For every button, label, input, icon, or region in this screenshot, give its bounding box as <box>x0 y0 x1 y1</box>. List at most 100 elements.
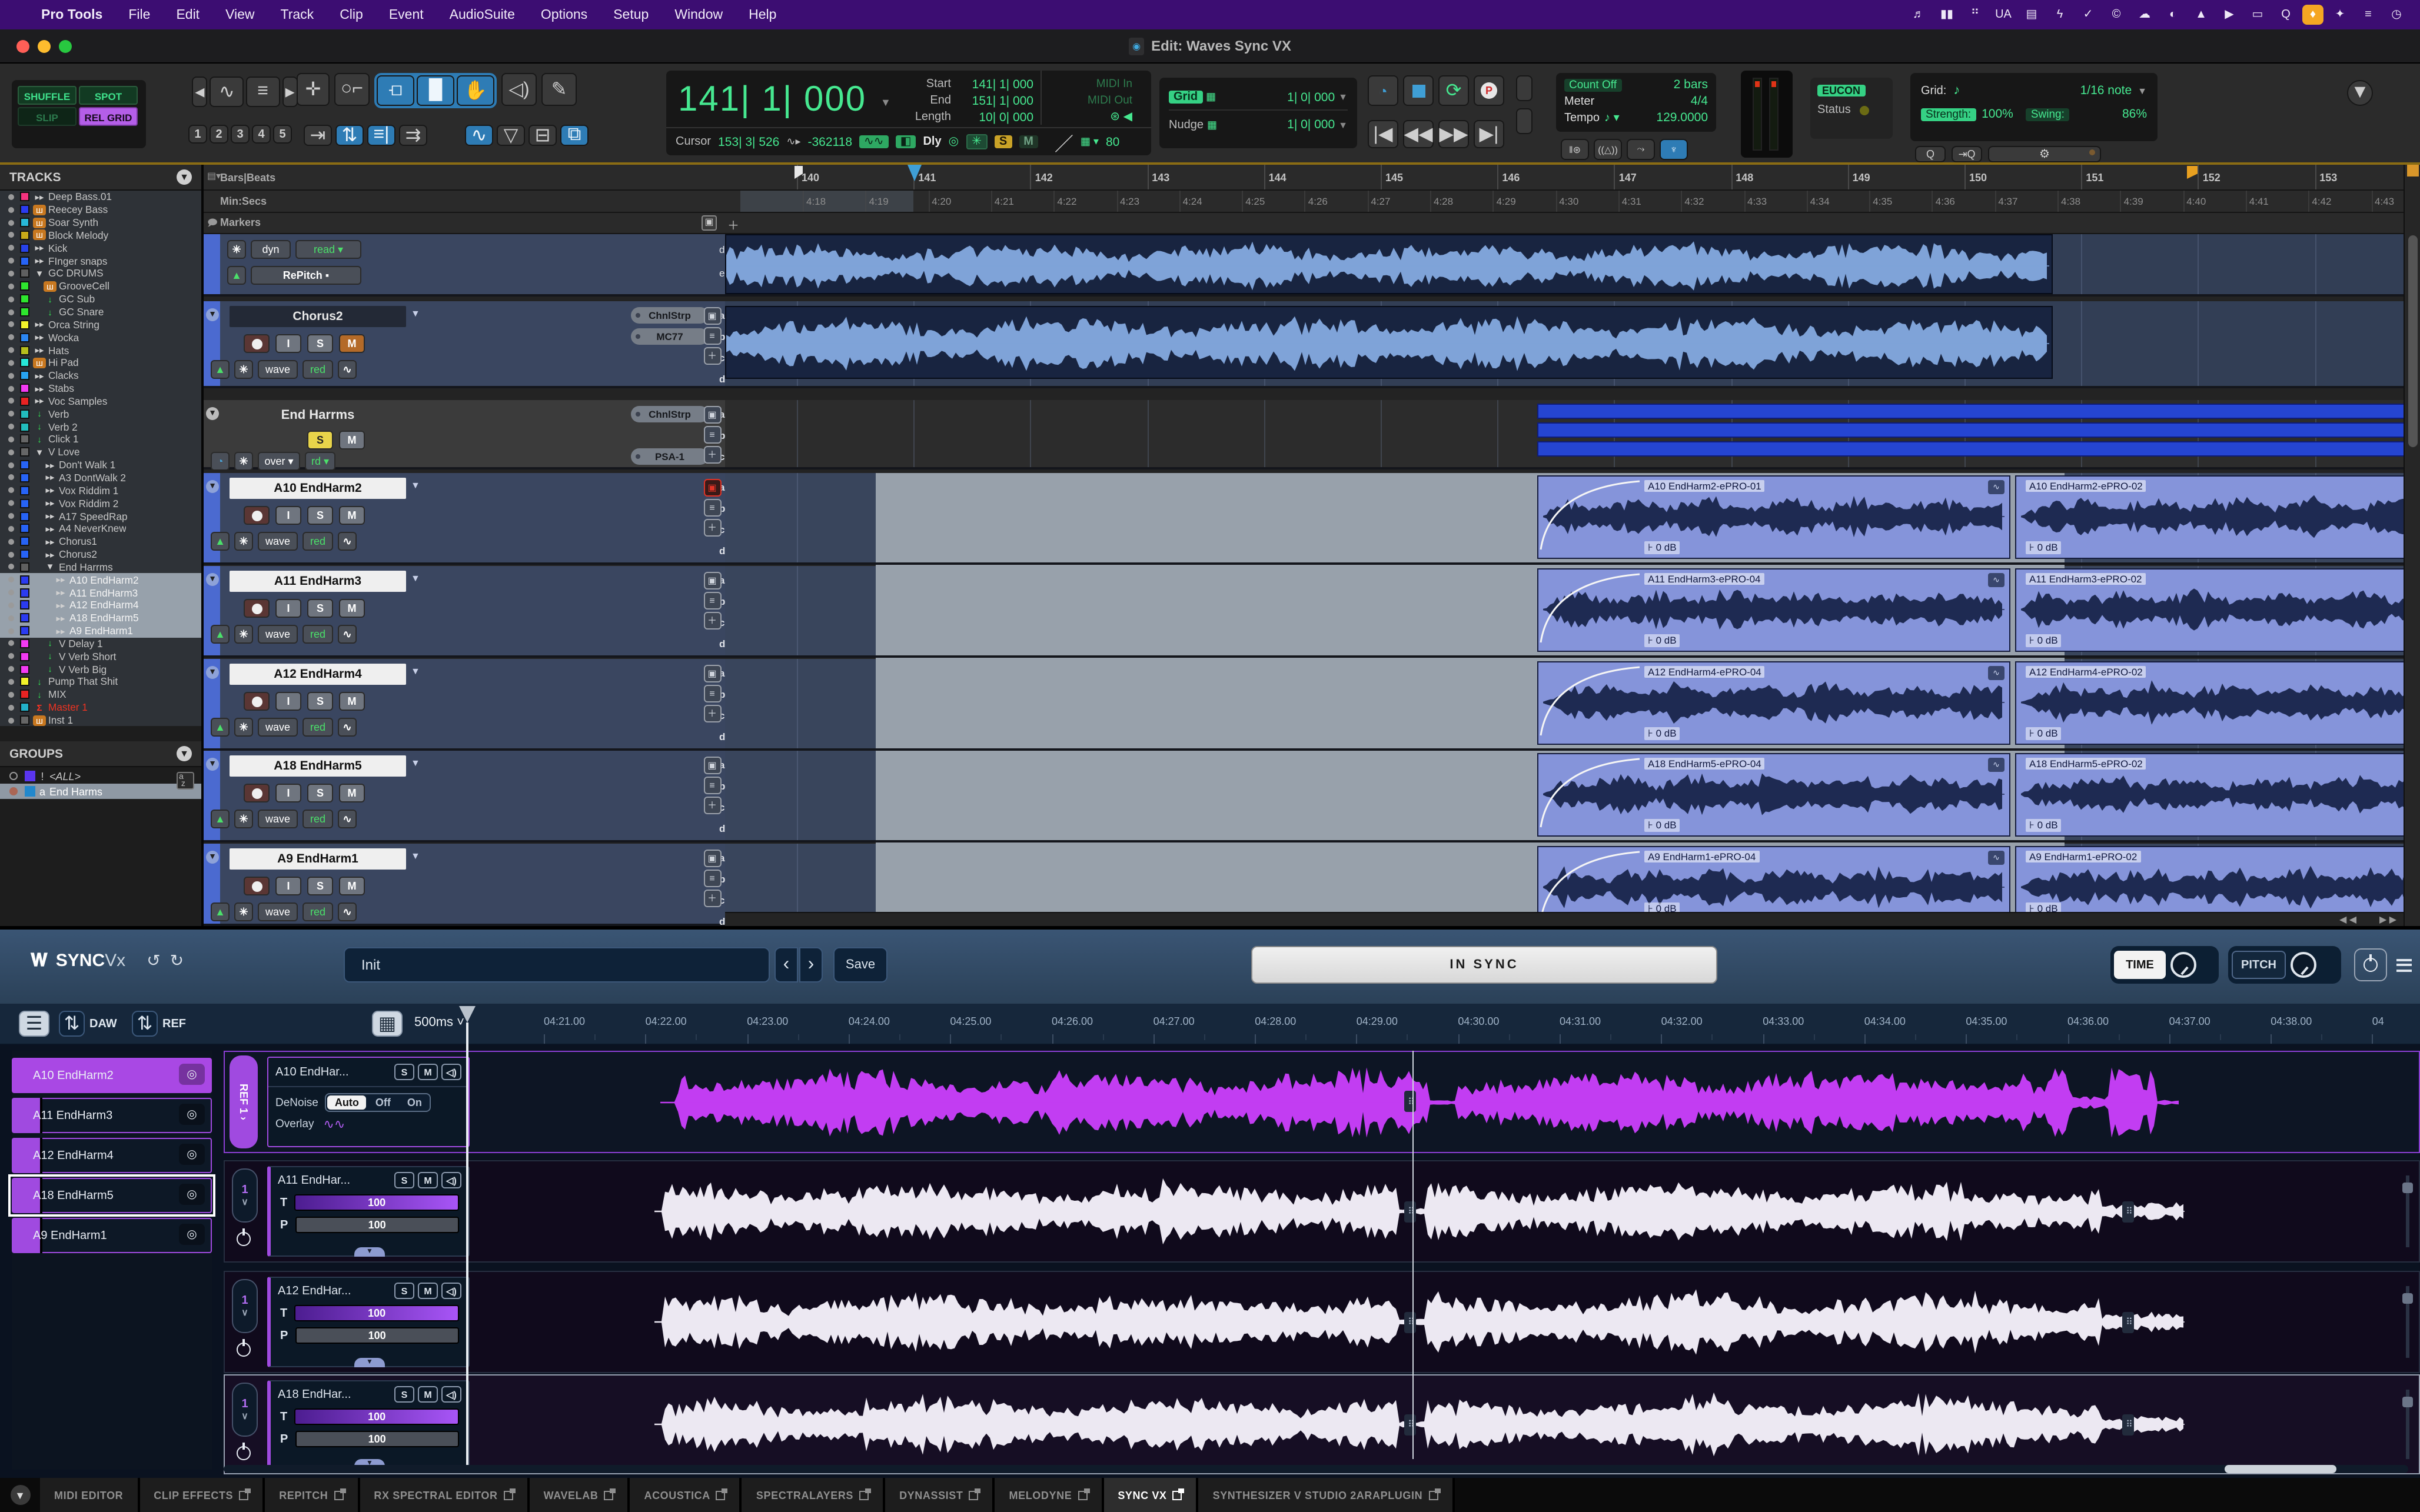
cloud-status-icon[interactable]: ☁ <box>2133 5 2156 25</box>
groups-menu-icon[interactable]: ▼ <box>177 746 192 761</box>
folder-view-selector[interactable]: over ▾ <box>258 452 300 469</box>
track-comments-button[interactable]: ≡ <box>703 777 721 794</box>
track-s-button[interactable]: S <box>307 692 333 711</box>
time-mode-button[interactable]: TIME <box>2114 951 2166 979</box>
scroll-right-arrow[interactable]: ▶ ▶ <box>2379 914 2396 925</box>
card-collapse-chip[interactable]: ▼ <box>354 1358 385 1367</box>
track-add-button[interactable]: ＋ <box>703 705 721 722</box>
group--ALL-[interactable]: !<ALL> <box>0 768 201 784</box>
lane-solo-button[interactable]: S <box>394 1283 414 1299</box>
lane-power-button[interactable] <box>237 1232 251 1246</box>
track-comments-button[interactable]: ≡ <box>703 499 721 517</box>
track-comments-button[interactable]: ≡ <box>703 870 721 887</box>
automation-follows-button[interactable]: ∿ <box>465 125 493 146</box>
ruler-list-icon[interactable]: ▤▾ <box>207 171 221 181</box>
track-view-selector[interactable]: wave <box>258 532 298 551</box>
folder-automation-mode[interactable]: rd ▾ <box>305 452 335 469</box>
audio-clip[interactable]: A10 EndHarm2-ePRO-02∿⊦ 0 dB <box>2015 475 2420 559</box>
audio-clip[interactable]: A11 EndHarm3-ePRO-02∿⊦ 0 dB <box>2015 568 2420 652</box>
bottom-tab-clip-effects[interactable]: CLIP EFFECTS <box>139 1478 265 1512</box>
main-counter[interactable]: 141| 1| 000 <box>678 80 866 120</box>
boxup-status-icon[interactable]: ▲ <box>2189 5 2213 25</box>
track-comments-button[interactable]: ≡ <box>703 685 721 702</box>
grabber-tool[interactable]: ✋ <box>457 75 494 106</box>
clip-fx-indicator[interactable]: ◧ <box>896 135 916 148</box>
zoom-out-arrow[interactable]: ◂ <box>192 76 208 107</box>
time-slider[interactable]: 100 <box>294 1305 459 1321</box>
track-i-button[interactable]: I <box>275 506 301 525</box>
elastic-audio-icon[interactable]: ✳ <box>234 360 253 379</box>
tracklist-toggle-icon[interactable]: ☰ <box>19 1011 49 1037</box>
track-m-button[interactable]: M <box>339 692 365 711</box>
pitch-slider[interactable]: 100 <box>295 1217 459 1233</box>
bottom-tab-wavelab[interactable]: WAVELAB <box>530 1478 630 1512</box>
track-freeze-button[interactable]: ▣ <box>703 406 721 424</box>
bottom-tab-midi-editor[interactable]: MIDI EDITOR <box>40 1478 139 1512</box>
minimize-window-button[interactable] <box>38 40 51 53</box>
sidebar-track-v-verb-short[interactable]: ↓V Verb Short <box>0 650 201 663</box>
clip-gain[interactable]: ⊦ 0 dB <box>2026 819 2062 832</box>
menu-item-track[interactable]: Track <box>268 8 327 22</box>
chunk-grip-2[interactable]: ⠿ <box>2122 1311 2134 1333</box>
track-view-selector[interactable]: wave <box>258 718 298 737</box>
pitch-knob[interactable] <box>2291 952 2316 978</box>
sidebar-track-mix[interactable]: ↓MIX <box>0 688 201 701</box>
repitch-insert[interactable]: RePitch ▪ <box>251 266 361 285</box>
edit-mode-shuffle[interactable]: SHUFFLE <box>18 86 77 105</box>
record-enable-button[interactable] <box>244 599 270 618</box>
add-marker-icon[interactable]: ＋ <box>727 215 739 233</box>
insert-slot-chnlstrp[interactable]: ChnlStrp <box>631 406 709 422</box>
tabs-collapse-button[interactable]: ▼ <box>0 1478 40 1512</box>
bars-beats-ruler[interactable]: ▤▾ Bars|Beats 14014114214314414514614714… <box>204 165 2420 191</box>
tempo-value[interactable]: 129.0000 <box>1656 111 1708 125</box>
sidebar-track-chorus2[interactable]: ▸▸Chorus2 <box>0 548 201 561</box>
automation-mode-selector[interactable]: red <box>302 532 333 551</box>
elastic-audio-icon[interactable]: ✳ <box>234 625 253 644</box>
track-add-button[interactable]: ＋ <box>703 446 721 464</box>
plugin-scrollbar-thumb[interactable] <box>2225 1465 2336 1473</box>
lane-mute-button[interactable]: M <box>418 1172 438 1188</box>
automation-mode-selector[interactable]: red <box>302 360 333 379</box>
plugin-track-a18-endharm5[interactable]: A18 EndHarm5◎ <box>12 1178 212 1213</box>
swing-label[interactable]: Swing: <box>2026 108 2069 121</box>
midi-zoom-button[interactable]: ≡ <box>246 76 280 107</box>
automation-mode[interactable]: read ▾ <box>295 240 361 259</box>
lane-mute-button[interactable]: M <box>418 1386 438 1403</box>
mirror-midi-button[interactable]: ⇅ <box>335 125 364 146</box>
track-collapse-icon[interactable]: ▼ <box>206 851 219 864</box>
track-visibility-eye-icon[interactable]: ◎ <box>179 1184 205 1205</box>
selector-tool[interactable]: ▐▌ <box>417 75 454 106</box>
sidebar-track-hi-pad[interactable]: шHi Pad <box>0 357 201 369</box>
pitch-mode-button[interactable]: PITCH <box>2232 951 2286 979</box>
track-s-button[interactable]: S <box>307 506 333 525</box>
chunk-grip[interactable]: ⠿ <box>1404 1311 1416 1333</box>
track-collapse-icon[interactable]: ▼ <box>206 666 219 679</box>
track-freeze-button[interactable]: ▣ <box>703 850 721 867</box>
stream-status-icon[interactable]: ϟ <box>2048 5 2072 25</box>
record-enable-button[interactable] <box>244 877 270 895</box>
record-enable-button[interactable] <box>244 784 270 802</box>
conductor-button[interactable]: ♆ <box>1660 139 1688 160</box>
sidebar-track-vox-riddim-2[interactable]: ▸▸Vox Riddim 2 <box>0 497 201 510</box>
marker-follows-button[interactable]: ▽ <box>497 125 525 146</box>
track-header-a9-endharm1[interactable]: ▼A9 EndHarm1▼ISM▲✳wavered∿aV VerbbV Verb… <box>204 844 725 926</box>
link-timeline-icon[interactable]: ✛ <box>297 73 330 106</box>
sidebar-track-a11-endharm3[interactable]: ▸▸A11 EndHarm3 <box>0 586 201 599</box>
sidebar-track-wocka[interactable]: ▸▸Wocka <box>0 331 201 344</box>
fan-status-icon[interactable]: ✦ <box>2328 5 2352 25</box>
plugin-track-a11-endharm3[interactable]: A11 EndHarm3◎ <box>12 1098 212 1133</box>
clip-gain[interactable]: ⊦ 0 dB <box>2026 727 2062 740</box>
fast-forward-button[interactable]: ▶▶ <box>1438 120 1469 148</box>
track-header-end-harrms[interactable]: ▼End HarrmsSM◔✳over ▾rd ▾ChnlStrpPSA-1ab… <box>204 400 725 469</box>
edit-mode-rel-grid[interactable]: REL GRID <box>79 107 138 126</box>
sidebar-track-chorus1[interactable]: ▸▸Chorus1 <box>0 535 201 548</box>
bottom-tab-spectralayers[interactable]: SPECTRALAYERS <box>742 1478 885 1512</box>
wait-for-note-button[interactable]: ‖⊛ <box>1561 139 1589 160</box>
bottom-tab-sync-vx[interactable]: SYNC VX <box>1103 1478 1198 1512</box>
folder-solo-button[interactable]: S <box>307 431 333 449</box>
elastic-audio-icon[interactable]: ✳ <box>234 902 253 921</box>
bottom-tab-melodyne[interactable]: MELODYNE <box>995 1478 1104 1512</box>
track-s-button[interactable]: S <box>307 784 333 802</box>
lane-monitor-button[interactable]: ◁) <box>441 1386 461 1403</box>
link-track-edit-button[interactable]: ≡| <box>367 125 395 146</box>
